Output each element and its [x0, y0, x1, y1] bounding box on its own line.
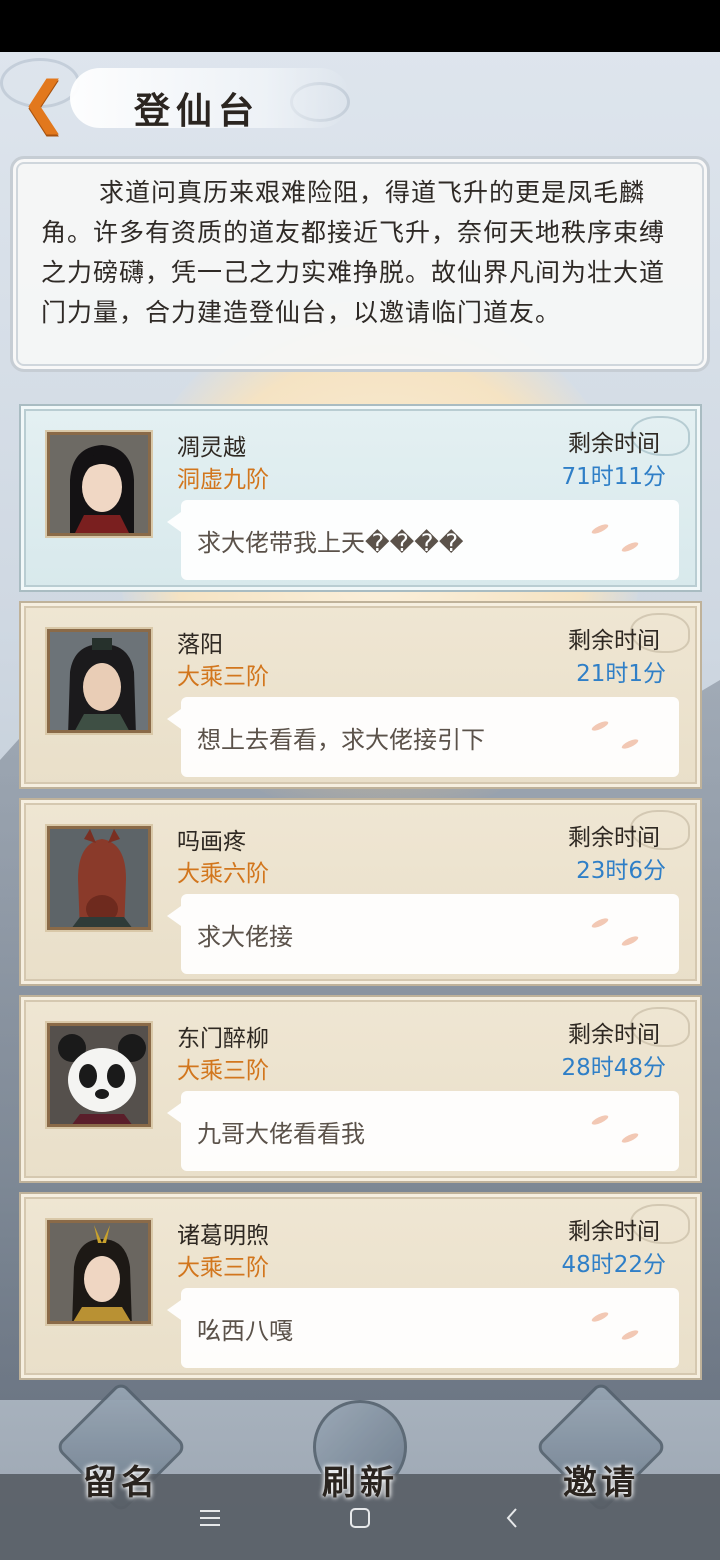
- petal-decoration: [590, 916, 610, 930]
- message-bubble: 想上去看看，求大佬接引下: [167, 697, 679, 777]
- message-text: 求大佬接: [197, 922, 293, 951]
- petal-decoration: [620, 1131, 640, 1145]
- avatar: [47, 826, 151, 930]
- back-button[interactable]: ❮: [14, 69, 74, 135]
- player-name: 落阳: [177, 632, 223, 658]
- message-text: 九哥大佬看看我: [197, 1119, 365, 1148]
- time-remaining-label: 剩余时间: [568, 825, 660, 851]
- message-bubble: 九哥大佬看看我: [167, 1091, 679, 1171]
- player-card[interactable]: 凋灵越 洞虚九阶 剩余时间 71时11分 求大佬带我上天����: [19, 404, 702, 592]
- recent-apps-button[interactable]: [186, 1494, 234, 1542]
- bubble-tail: [167, 1300, 181, 1320]
- player-rank: 大乘三阶: [177, 664, 269, 690]
- avatar: [47, 432, 151, 536]
- refresh-label: 刷新: [322, 1463, 398, 1503]
- player-rank: 大乘三阶: [177, 1058, 269, 1084]
- time-remaining-label: 剩余时间: [568, 628, 660, 654]
- intro-panel: 求道问真历来艰难险阻，得道飞升的更是凤毛麟角。许多有资质的道友都接近飞升，奈何天…: [10, 156, 710, 372]
- time-remaining-value: 23时6分: [576, 858, 666, 884]
- petal-decoration: [590, 719, 610, 733]
- petal-decoration: [620, 737, 640, 751]
- time-remaining-value: 71时11分: [561, 464, 666, 490]
- player-card[interactable]: 吗画疼 大乘六阶 剩余时间 23时6分 求大佬接: [19, 798, 702, 986]
- intro-text: 求道问真历来艰难险阻，得道飞升的更是凤毛麟角。许多有资质的道友都接近飞升，奈何天…: [41, 178, 666, 327]
- avatar: [47, 1220, 151, 1324]
- square-icon: [350, 1508, 370, 1528]
- player-name: 东门醉柳: [177, 1026, 269, 1052]
- player-name: 吗画疼: [177, 829, 246, 855]
- petal-decoration: [590, 1113, 610, 1127]
- petal-decoration: [590, 522, 610, 536]
- message-bubble: 求大佬带我上天����: [167, 500, 679, 580]
- avatar: [47, 629, 151, 733]
- time-remaining-label: 剩余时间: [568, 431, 660, 457]
- back-nav-button[interactable]: [488, 1494, 536, 1542]
- bubble-tail: [167, 512, 181, 532]
- petal-decoration: [620, 934, 640, 948]
- bubble-tail: [167, 709, 181, 729]
- message-text: 吆西八嘎: [197, 1316, 293, 1345]
- menu-lines-icon: [200, 1510, 220, 1526]
- bubble-tail: [167, 906, 181, 926]
- time-remaining-label: 剩余时间: [568, 1022, 660, 1048]
- player-rank: 洞虚九阶: [177, 467, 269, 493]
- petal-decoration: [620, 1328, 640, 1342]
- message-bubble: 吆西八嘎: [167, 1288, 679, 1368]
- message-text: 求大佬带我上天����: [197, 528, 464, 557]
- player-rank: 大乘三阶: [177, 1255, 269, 1281]
- player-name: 凋灵越: [177, 435, 246, 461]
- message-bubble: 求大佬接: [167, 894, 679, 974]
- chevron-left-icon: ❮: [20, 69, 68, 135]
- petal-decoration: [620, 540, 640, 554]
- status-bar: [0, 0, 720, 52]
- time-remaining-value: 21时1分: [576, 661, 666, 687]
- petal-decoration: [590, 1310, 610, 1324]
- time-remaining-value: 28时48分: [561, 1055, 666, 1081]
- time-remaining-label: 剩余时间: [568, 1219, 660, 1245]
- player-card[interactable]: 诸葛明煦 大乘三阶 剩余时间 48时22分 吆西八嘎: [19, 1192, 702, 1380]
- header: ❮ 登仙台: [0, 52, 720, 140]
- time-remaining-value: 48时22分: [561, 1252, 666, 1278]
- leave-name-label: 留名: [83, 1463, 159, 1503]
- player-card[interactable]: 落阳 大乘三阶 剩余时间 21时1分 想上去看看，求大佬接引下: [19, 601, 702, 789]
- page-title: 登仙台: [134, 90, 261, 132]
- chevron-left-icon: [506, 1508, 517, 1528]
- avatar: [47, 1023, 151, 1127]
- player-card[interactable]: 东门醉柳 大乘三阶 剩余时间 28时48分 九哥大佬看看我: [19, 995, 702, 1183]
- bubble-tail: [167, 1103, 181, 1123]
- player-rank: 大乘六阶: [177, 861, 269, 887]
- message-text: 想上去看看，求大佬接引下: [197, 725, 485, 754]
- invite-label: 邀请: [563, 1463, 639, 1503]
- player-name: 诸葛明煦: [177, 1223, 269, 1249]
